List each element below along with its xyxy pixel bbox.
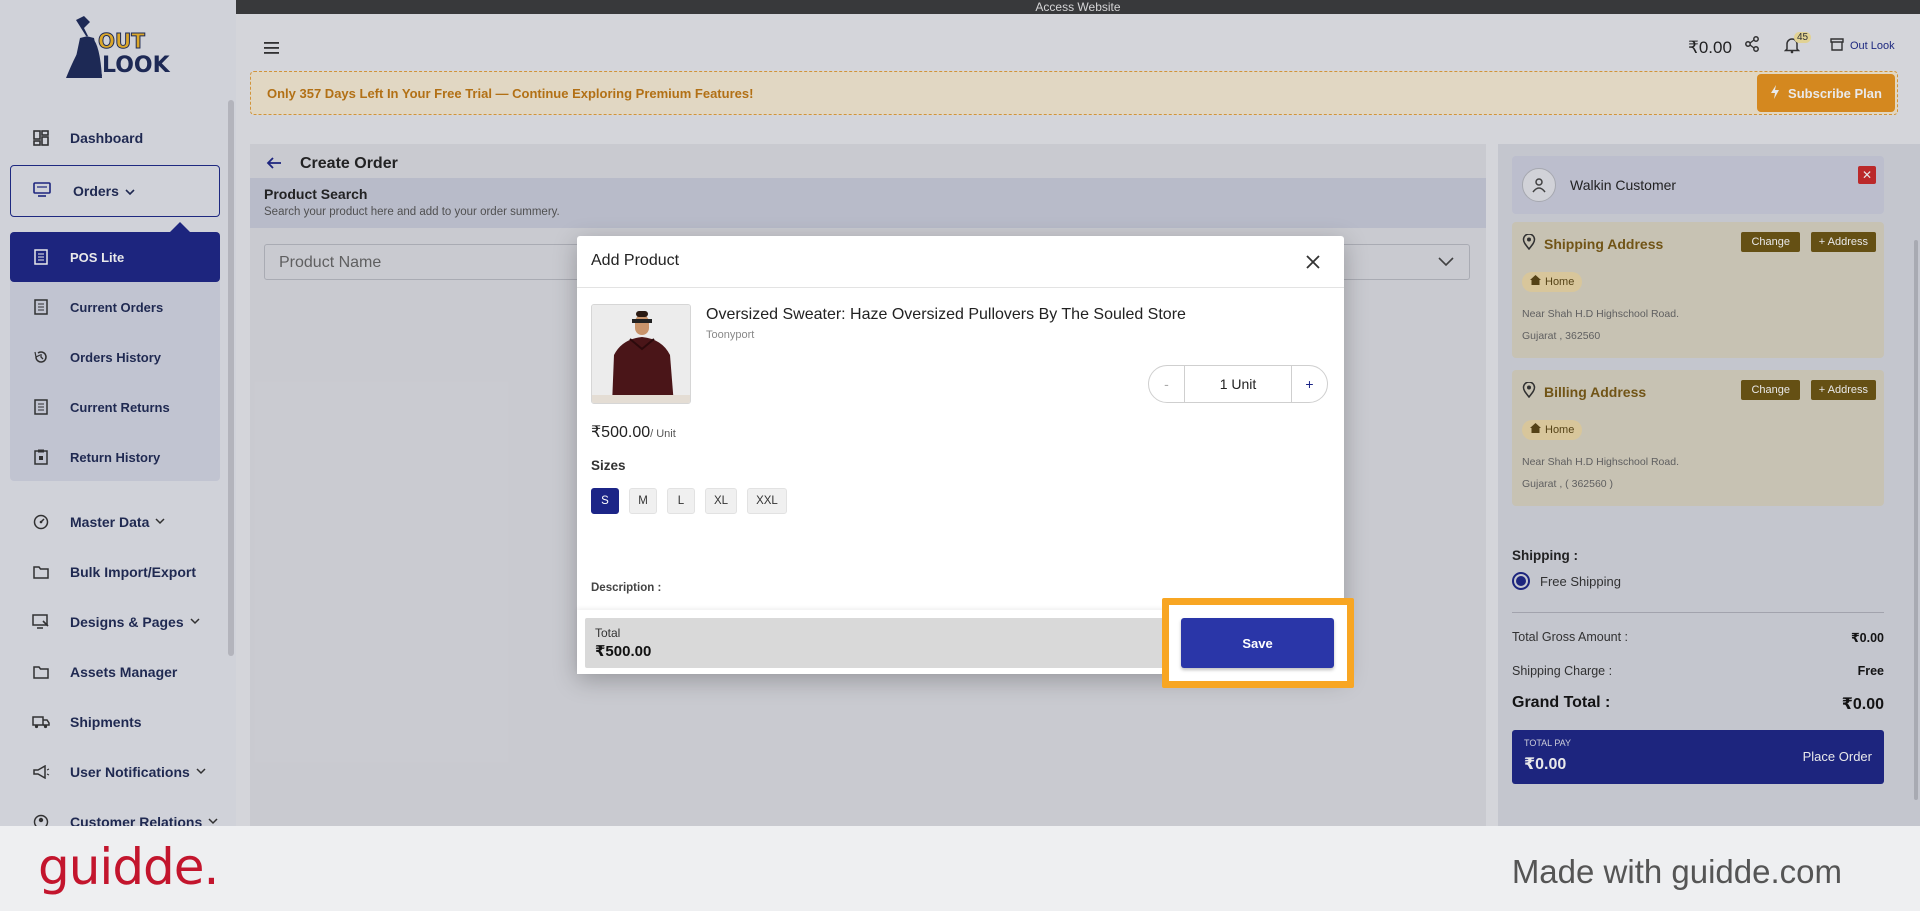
close-icon[interactable] [1303, 252, 1323, 272]
guidde-logo: guidde. [38, 838, 219, 896]
modal-header: Add Product [577, 236, 1344, 288]
product-price: ₹500.00/ Unit [591, 422, 676, 442]
save-button[interactable]: Save [1181, 618, 1334, 668]
size-option-xl[interactable]: XL [705, 488, 738, 514]
size-option-xxl[interactable]: XXL [747, 488, 787, 514]
quantity-value[interactable]: 1 Unit [1185, 376, 1291, 392]
product-image [591, 304, 691, 404]
price-value: ₹500.00 [591, 424, 651, 441]
total-value: ₹500.00 [595, 643, 652, 660]
total-label: Total [595, 626, 621, 640]
size-option-m[interactable]: M [629, 488, 657, 514]
made-with-text: Made with guidde.com [1511, 853, 1842, 890]
price-unit: / Unit [650, 428, 676, 440]
size-option-s[interactable]: S [591, 488, 619, 514]
size-option-l[interactable]: L [667, 488, 695, 514]
sizes-label: Sizes [591, 458, 626, 473]
quantity-stepper: - 1 Unit + [1148, 365, 1328, 403]
increase-quantity-button[interactable]: + [1291, 366, 1327, 402]
product-brand: Toonyport [706, 329, 755, 341]
description-label: Description : [591, 582, 662, 594]
size-options: S M L XL XXL [591, 488, 787, 514]
modal-title: Add Product [591, 252, 680, 269]
product-name: Oversized Sweater: Haze Oversized Pullov… [706, 306, 1186, 323]
decrease-quantity-button[interactable]: - [1149, 366, 1185, 402]
guidde-footer: guidde. Made with guidde.com [0, 826, 1920, 911]
